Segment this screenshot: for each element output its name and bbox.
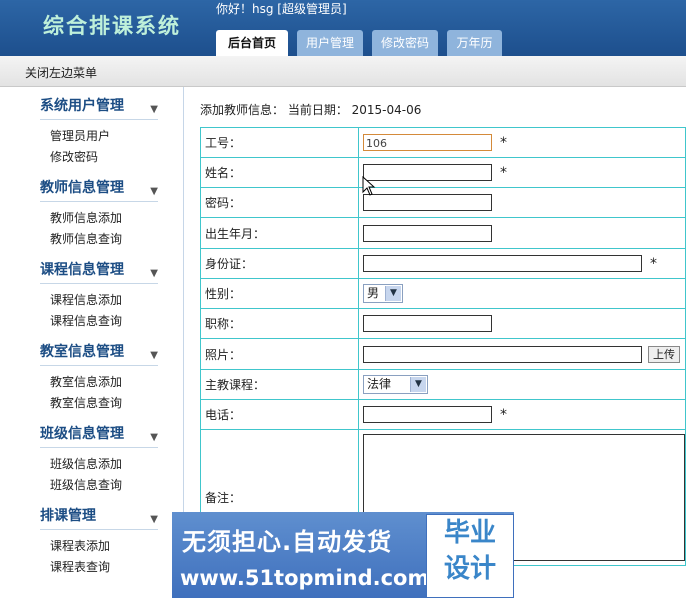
mouse-cursor-icon [362,176,376,196]
sidebar-item-schedule-add[interactable]: 课程表添加 [40,536,158,557]
field-label: 主教课程： [200,369,359,400]
chevron-down-icon[interactable]: ▼ [150,99,158,121]
sidebar-item-course-query[interactable]: 课程信息查询 [40,311,158,332]
sidebar-item-class-add[interactable]: 班级信息添加 [40,454,158,475]
teacher-id-input[interactable]: 106 [363,134,492,151]
sidebar-item-teacher-query[interactable]: 教师信息查询 [40,229,158,250]
upload-button[interactable]: 上传 [648,345,680,363]
sidebar-section-schedule: 排课管理 ▼ 课程表添加 课程表查询 [40,505,158,578]
field-label: 性别： [200,278,359,309]
sidebar-section-title[interactable]: 教师信息管理 ▼ [40,177,158,202]
job-title-input[interactable] [363,315,492,332]
sidebar-section-teacher: 教师信息管理 ▼ 教师信息添加 教师信息查询 [40,177,158,250]
sidebar-section-classroom: 教室信息管理 ▼ 教室信息添加 教室信息查询 [40,341,158,414]
app-logo: 综合排课系统 [43,13,181,38]
sidebar-item-classroom-query[interactable]: 教室信息查询 [40,393,158,414]
sidebar-section-title[interactable]: 班级信息管理 ▼ [40,423,158,448]
teacher-form: 工号： 106 * 姓名： * 密码： 出生年月： 身份证： * 性别： 男 ▼ 职… [200,127,686,566]
watermark-logo: 毕业 设计 [426,514,514,598]
sidebar-section-title[interactable]: 排课管理 ▼ [40,505,158,530]
watermark-banner: 无须担心.自动发货 www.51topmind.com 毕业 设计 [172,512,514,598]
tab-home[interactable]: 后台首页 [216,30,288,56]
chevron-down-icon[interactable]: ▼ [150,509,158,531]
app-header: 综合排课系统 你好！hsg [超级管理员] 后台首页 用户管理 修改密码 万年历 [0,0,686,56]
field-label: 照片： [200,338,359,370]
breadcrumb: 添加教师信息： 当前日期： 2015-04-06 [200,103,422,117]
sidebar-section-class: 班级信息管理 ▼ 班级信息添加 班级信息查询 [40,423,158,496]
sidebar-section-title[interactable]: 课程信息管理 ▼ [40,259,158,284]
watermark-text: 无须担心.自动发货 [182,528,393,556]
field-label: 电话： [200,399,359,430]
chevron-down-icon: ▼ [410,377,426,392]
field-label: 职称： [200,308,359,339]
sidebar-item-schedule-query[interactable]: 课程表查询 [40,557,158,578]
user-greeting: 你好！hsg [超级管理员] [216,2,347,16]
chevron-down-icon[interactable]: ▼ [150,427,158,449]
gender-select[interactable]: 男 ▼ [363,284,403,303]
required-mark: * [500,164,507,181]
required-mark: * [500,134,507,151]
sidebar-section-title[interactable]: 教室信息管理 ▼ [40,341,158,366]
watermark-url: www.51topmind.com [180,566,430,590]
chevron-down-icon[interactable]: ▼ [150,181,158,203]
phone-input[interactable] [363,406,492,423]
sidebar-item-classroom-add[interactable]: 教室信息添加 [40,372,158,393]
field-label: 密码： [200,187,359,218]
tab-user-management[interactable]: 用户管理 [297,30,363,56]
sidebar-item-admin-users[interactable]: 管理员用户 [40,126,158,147]
field-label: 姓名： [200,157,359,188]
password-input[interactable] [363,194,492,211]
tab-calendar[interactable]: 万年历 [447,30,502,56]
chevron-down-icon[interactable]: ▼ [150,263,158,285]
sidebar-item-course-add[interactable]: 课程信息添加 [40,290,158,311]
sidebar-item-teacher-add[interactable]: 教师信息添加 [40,208,158,229]
chevron-down-icon[interactable]: ▼ [150,345,158,367]
required-mark: * [650,255,657,272]
id-card-input[interactable] [363,255,642,272]
close-left-menu-link[interactable]: 关闭左边菜单 [25,64,97,81]
sidebar: 系统用户管理 ▼ 管理员用户 修改密码 教师信息管理 ▼ 教师信息添加 教师信息查询… [0,87,184,598]
sidebar-item-change-password[interactable]: 修改密码 [40,147,158,168]
tab-change-password[interactable]: 修改密码 [372,30,438,56]
main-course-select[interactable]: 法律 ▼ [363,375,428,394]
field-label: 工号： [200,127,359,158]
name-input[interactable] [363,164,492,181]
sidebar-section-course: 课程信息管理 ▼ 课程信息添加 课程信息查询 [40,259,158,332]
toolbar: 关闭左边菜单 [0,56,686,87]
sidebar-section-system-users: 系统用户管理 ▼ 管理员用户 修改密码 [40,95,158,168]
birth-date-input[interactable] [363,224,492,242]
field-label: 出生年月： [200,217,359,249]
field-label: 身份证： [200,248,359,279]
sidebar-item-class-query[interactable]: 班级信息查询 [40,475,158,496]
chevron-down-icon: ▼ [385,286,401,301]
sidebar-section-title[interactable]: 系统用户管理 ▼ [40,95,158,120]
photo-input[interactable] [363,345,642,363]
required-mark: * [500,406,507,423]
